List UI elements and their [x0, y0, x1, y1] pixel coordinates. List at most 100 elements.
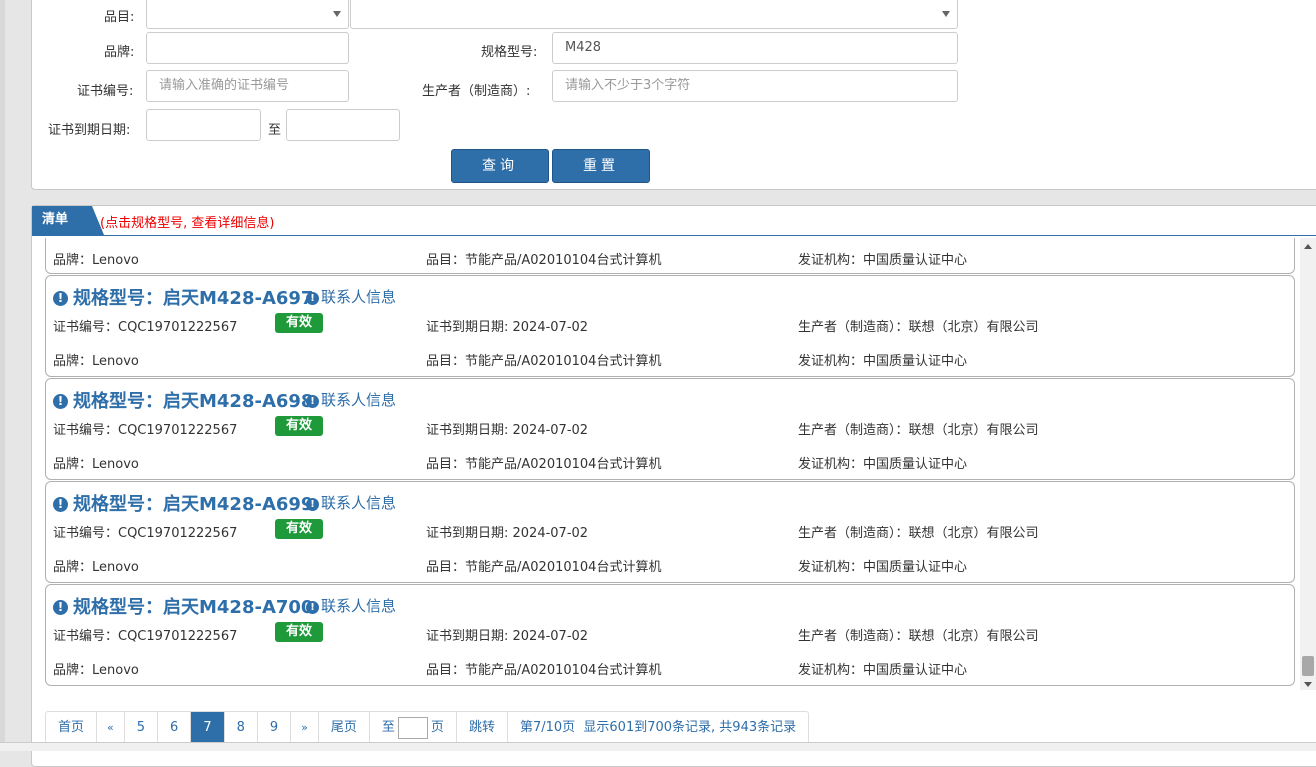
cert-number-input[interactable]: 请输入准确的证书编号 — [146, 70, 349, 102]
cert-text: 证书编号：CQC19701222567 — [53, 423, 238, 438]
scroll-up-icon[interactable] — [1304, 244, 1312, 249]
model-link[interactable]: ! 规格型号：启天M428-A697 — [53, 284, 313, 310]
pager-prev[interactable]: « — [97, 712, 125, 744]
contact-label: 联系人信息 — [321, 597, 397, 615]
exclamation-circle-icon: ! — [53, 497, 68, 512]
issuer-text: 发证机构：中国质量认证中心 — [798, 457, 968, 472]
maker-text: 生产者（制造商）：联想（北京）有限公司 — [798, 423, 1039, 438]
maker-text: 生产者（制造商）：联想（北京）有限公司 — [798, 629, 1039, 644]
maker-text: 生产者（制造商）：联想（北京）有限公司 — [798, 526, 1039, 541]
reset-button[interactable]: 重置 — [552, 149, 650, 183]
results-scroll-area[interactable]: 品牌：Lenovo 品目：节能产品/A02010104台式计算机 发证机构：中国… — [45, 238, 1297, 687]
goto-page-input[interactable] — [397, 716, 428, 739]
result-card: ! 规格型号：启天M428-A697 ! 联系人信息 证书编号：CQC1970122… — [45, 275, 1295, 377]
issuer-text: 发证机构：中国质量认证中心 — [798, 663, 968, 678]
result-card-partial: 品牌：Lenovo 品目：节能产品/A02010104台式计算机 发证机构：中国… — [45, 238, 1295, 274]
model-link[interactable]: ! 规格型号：启天M428-A698 — [53, 387, 313, 413]
maker-label: 生产者（制造商）: — [422, 84, 531, 99]
category-text: 品目：节能产品/A02010104台式计算机 — [426, 253, 662, 268]
exclamation-circle-icon: ! — [53, 600, 68, 615]
exclamation-circle-icon: ! — [306, 292, 319, 305]
page-left-border — [0, 0, 5, 750]
exclamation-circle-icon: ! — [53, 394, 68, 409]
result-card: ! 规格型号：启天M428-A699 ! 联系人信息 证书编号：CQC1970122… — [45, 481, 1295, 583]
category-select-2[interactable] — [350, 0, 958, 29]
expiry-text: 证书到期日期: 2024-07-02 — [426, 526, 589, 541]
scrollbar-thumb[interactable] — [1302, 656, 1314, 676]
query-button[interactable]: 查询 — [451, 149, 549, 183]
pager-page-7-current[interactable]: 7 — [191, 712, 225, 744]
scroll-down-icon[interactable] — [1304, 682, 1312, 687]
status-badge: 有效 — [275, 622, 323, 642]
contact-info-link[interactable]: ! 联系人信息 — [306, 595, 396, 616]
result-card: ! 规格型号：启天M428-A700 ! 联系人信息 证书编号：CQC1970122… — [45, 584, 1295, 686]
tab-list[interactable]: 清单 — [32, 206, 92, 235]
goto-suffix: 页 — [430, 720, 444, 735]
chevron-down-icon — [942, 11, 950, 17]
pager-page-6[interactable]: 6 — [158, 712, 192, 744]
exclamation-circle-icon: ! — [306, 601, 319, 614]
category-select-1[interactable] — [146, 0, 349, 29]
model-title: 规格型号：启天M428-A699 — [73, 494, 314, 515]
brand-text: 品牌：Lenovo — [53, 560, 139, 575]
model-input[interactable]: M428 — [552, 32, 958, 64]
expiry-text: 证书到期日期: 2024-07-02 — [426, 423, 589, 438]
cert-text: 证书编号：CQC19701222567 — [53, 629, 238, 644]
category-text: 品目：节能产品/A02010104台式计算机 — [426, 354, 662, 369]
brand-input[interactable] — [146, 32, 349, 64]
issuer-text: 发证机构：中国质量认证中心 — [798, 354, 968, 369]
contact-label: 联系人信息 — [321, 391, 397, 409]
cert-number-label: 证书编号: — [77, 84, 134, 99]
pager-page-5[interactable]: 5 — [125, 712, 159, 744]
search-panel: 品目: 品牌: 规格型号: M428 证书编号: 请输入准确的证书编号 生产者（… — [31, 0, 1316, 190]
expiry-label: 证书到期日期: — [48, 123, 131, 138]
issuer-text: 发证机构：中国质量认证中心 — [798, 560, 968, 575]
pager-page-8[interactable]: 8 — [225, 712, 258, 744]
model-title: 规格型号：启天M428-A697 — [73, 288, 314, 309]
status-badge: 有效 — [275, 519, 323, 539]
pager-first[interactable]: 首页 — [46, 712, 98, 744]
list-tab-strip: 清单 (点击规格型号, 查看详细信息) — [32, 206, 1316, 236]
chevron-down-icon — [333, 11, 341, 17]
expiry-text: 证书到期日期: 2024-07-02 — [426, 629, 589, 644]
exclamation-circle-icon: ! — [306, 498, 319, 511]
exclamation-circle-icon: ! — [53, 291, 68, 306]
pager-next[interactable]: » — [291, 712, 319, 744]
pager-page-9[interactable]: 9 — [258, 712, 292, 744]
model-link[interactable]: ! 规格型号：启天M428-A700 — [53, 593, 313, 619]
exclamation-circle-icon: ! — [306, 395, 319, 408]
pager-jump-button[interactable]: 跳转 — [457, 712, 508, 744]
list-panel: 清单 (点击规格型号, 查看详细信息) 品牌：Lenovo 品目：节能产品/A0… — [31, 205, 1316, 767]
contact-info-link[interactable]: ! 联系人信息 — [306, 286, 396, 307]
status-badge: 有效 — [275, 416, 323, 436]
category-text: 品目：节能产品/A02010104台式计算机 — [426, 457, 662, 472]
status-badge: 有效 — [275, 313, 323, 333]
list-hint: (点击规格型号, 查看详细信息) — [100, 216, 275, 231]
contact-info-link[interactable]: ! 联系人信息 — [306, 492, 396, 513]
expiry-text: 证书到期日期: 2024-07-02 — [426, 320, 589, 335]
maker-text: 生产者（制造商）：联想（北京）有限公司 — [798, 320, 1039, 335]
goto-prefix: 至 — [381, 720, 395, 735]
model-label: 规格型号: — [481, 45, 538, 60]
model-title: 规格型号：启天M428-A698 — [73, 391, 314, 412]
expiry-from-input[interactable] — [146, 109, 261, 141]
model-link[interactable]: ! 规格型号：启天M428-A699 — [53, 490, 313, 516]
contact-info-link[interactable]: ! 联系人信息 — [306, 389, 396, 410]
issuer-text: 发证机构：中国质量认证中心 — [798, 253, 968, 268]
brand-label: 品牌: — [104, 45, 135, 60]
cert-text: 证书编号：CQC19701222567 — [53, 526, 238, 541]
contact-label: 联系人信息 — [321, 288, 397, 306]
pager-last[interactable]: 尾页 — [319, 712, 370, 744]
category-text: 品目：节能产品/A02010104台式计算机 — [426, 560, 662, 575]
results-scrollbar[interactable] — [1300, 238, 1316, 690]
model-title: 规格型号：启天M428-A700 — [73, 597, 314, 618]
category-label: 品目: — [104, 10, 135, 25]
result-card: ! 规格型号：启天M428-A698 ! 联系人信息 证书编号：CQC1970122… — [45, 378, 1295, 480]
category-text: 品目：节能产品/A02010104台式计算机 — [426, 663, 662, 678]
contact-label: 联系人信息 — [321, 494, 397, 512]
pager-summary: 第7/10页 显示601到700条记录, 共943条记录 — [519, 720, 797, 735]
maker-input[interactable]: 请输入不少于3个字符 — [552, 70, 958, 102]
brand-text: 品牌：Lenovo — [53, 457, 139, 472]
pager-goto: 至页 — [370, 712, 457, 744]
expiry-to-input[interactable] — [286, 109, 400, 141]
